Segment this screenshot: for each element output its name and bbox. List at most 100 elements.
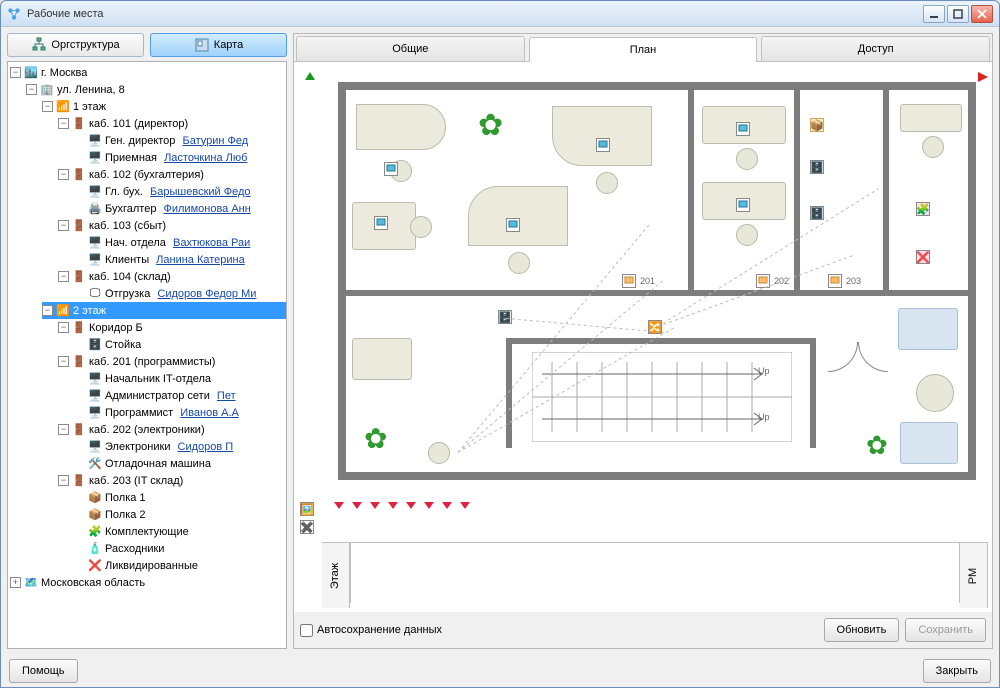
tree-leaf[interactable]: 🖥️Приемная Ласточкина Люб	[74, 149, 286, 166]
person-link[interactable]: Ланина Катерина	[156, 254, 245, 266]
tree-node-room202[interactable]: −🚪каб. 202 (электроники)	[58, 421, 286, 438]
shelf-icon: 📦	[87, 507, 103, 523]
printer-icon: 🖨️	[87, 201, 103, 217]
tree-leaf[interactable]: 🖥️Клиенты Ланина Катерина	[74, 251, 286, 268]
shelf-marker[interactable]: 🗄️	[810, 206, 824, 220]
tab-map[interactable]: Карта	[150, 33, 287, 57]
workplace-icon: 🖥️	[87, 184, 103, 200]
app-icon	[7, 7, 21, 21]
pc-marker[interactable]	[384, 162, 398, 176]
tree-leaf[interactable]: ❌Ликвидированные	[74, 557, 286, 574]
app-window: Рабочие места Оргструктура Карта −🏙	[0, 0, 1000, 688]
room-label-203[interactable]	[828, 274, 842, 288]
tree-leaf[interactable]: 🗄️Стойка	[74, 336, 286, 353]
remove-layer-icon[interactable]: ✖️	[300, 520, 314, 534]
tab-orgstructure[interactable]: Оргструктура	[7, 33, 144, 57]
stairs-icon	[532, 352, 792, 442]
rack-marker[interactable]: 🗄️	[498, 310, 512, 324]
person-link[interactable]: Вахтюкова Раи	[173, 237, 250, 249]
tab-plan[interactable]: План	[529, 37, 758, 62]
supplies-icon: 🧴	[87, 541, 103, 557]
refresh-button[interactable]: Обновить	[824, 618, 900, 642]
close-window-button[interactable]: Закрыть	[923, 659, 991, 683]
shelf-marker[interactable]: 🗄️	[810, 160, 824, 174]
tree-node-room103[interactable]: −🚪каб. 103 (сбыт)	[58, 217, 286, 234]
tree-leaf[interactable]: 🖥️Электроники Сидоров П	[74, 438, 286, 455]
tree-node-floor1[interactable]: −📶1 этаж	[42, 98, 286, 115]
workplace-icon: 🖥️	[87, 439, 103, 455]
person-link[interactable]: Батурин Фед	[182, 135, 248, 147]
marker-row	[334, 502, 470, 509]
tree-leaf[interactable]: 🧴Расходники	[74, 540, 286, 557]
tree-leaf[interactable]: 🖥️Начальник IT-отдела	[74, 370, 286, 387]
maximize-button[interactable]	[947, 5, 969, 23]
add-layer-icon[interactable]: 🖼️	[300, 502, 314, 516]
footer-bar: Автосохранение данных Обновить Сохранить	[294, 612, 992, 648]
tree-leaf[interactable]: 🖵Отгрузка Сидоров Федор Ми	[74, 285, 286, 302]
tree-node-address[interactable]: −🏢ул. Ленина, 8	[26, 81, 286, 98]
room-icon: 🚪	[71, 422, 87, 438]
tree-view[interactable]: −🏙️г. Москва −🏢ул. Ленина, 8 −📶1 этаж −🚪…	[7, 61, 287, 649]
workplace-icon: 🖥️	[87, 150, 103, 166]
stair-label: Up	[758, 366, 770, 376]
tree-leaf[interactable]: 🖥️Ген. директор Батурин Фед	[74, 132, 286, 149]
tree-leaf[interactable]: 🖨️Бухгалтер Филимонова Анн	[74, 200, 286, 217]
box-marker[interactable]: 📦	[810, 118, 824, 132]
tree-leaf[interactable]: 🛠️Отладочная машина	[74, 455, 286, 472]
person-link[interactable]: Иванов А.А	[180, 407, 239, 419]
tree-leaf[interactable]: 🖥️Администратор сети Пет	[74, 387, 286, 404]
tree-leaf[interactable]: 🖥️Нач. отдела Вахтюкова Раи	[74, 234, 286, 251]
tree-node-room201[interactable]: −🚪каб. 201 (программисты)	[58, 353, 286, 370]
room-label-201[interactable]	[622, 274, 636, 288]
workplace-icon: 🖥️	[87, 405, 103, 421]
legend-area[interactable]	[350, 543, 960, 603]
tree-node-corridor[interactable]: −🚪Коридор Б	[58, 319, 286, 336]
person-link[interactable]: Ласточкина Люб	[164, 152, 247, 164]
minimize-button[interactable]	[923, 5, 945, 23]
workplace-icon: 🖥️	[87, 388, 103, 404]
tree-node-floor2-selected[interactable]: −📶2 этаж	[42, 302, 286, 319]
tree-node-room104[interactable]: −🚪каб. 104 (склад)	[58, 268, 286, 285]
pc-marker[interactable]	[736, 122, 750, 136]
supplies-marker[interactable]: 🧩	[916, 202, 930, 216]
pc-marker[interactable]	[736, 198, 750, 212]
person-link[interactable]: Филимонова Анн	[164, 203, 251, 215]
pc-marker[interactable]	[506, 218, 520, 232]
region-icon: 🗺️	[23, 575, 39, 591]
tab-access[interactable]: Доступ	[761, 36, 990, 61]
plant-icon: ✿	[478, 108, 503, 143]
tab-general[interactable]: Общие	[296, 36, 525, 61]
tree-leaf[interactable]: 🧩Комплектующие	[74, 523, 286, 540]
workplace-icon: 🖥️	[87, 235, 103, 251]
person-link[interactable]: Пет	[217, 390, 236, 402]
tree-leaf[interactable]: 🖥️Гл. бух. Барышевский Федо	[74, 183, 286, 200]
tree-leaf[interactable]: 📦Полка 1	[74, 489, 286, 506]
axis-floor: Этаж	[322, 543, 350, 608]
collapse-icon[interactable]: −	[10, 67, 21, 78]
floor-plan-canvas[interactable]: Up Up ✿	[294, 62, 992, 612]
person-link[interactable]: Барышевский Федо	[150, 186, 250, 198]
pc-marker[interactable]	[596, 138, 610, 152]
tree-leaf[interactable]: 🖥️Программист Иванов А.А	[74, 404, 286, 421]
titlebar: Рабочие места	[1, 1, 999, 27]
person-link[interactable]: Сидоров П	[178, 441, 234, 453]
tree-node-room203[interactable]: −🚪каб. 203 (IT склад)	[58, 472, 286, 489]
person-link[interactable]: Сидоров Федор Ми	[157, 288, 256, 300]
close-button[interactable]	[971, 5, 993, 23]
tree-node-region[interactable]: +🗺️Московская область	[10, 574, 286, 591]
tree-leaf[interactable]: 📦Полка 2	[74, 506, 286, 523]
help-button[interactable]: Помощь	[9, 659, 78, 683]
tree-node-city[interactable]: −🏙️г. Москва	[10, 64, 286, 81]
tree-node-room102[interactable]: −🚪каб. 102 (бухгалтерия)	[58, 166, 286, 183]
pc-marker[interactable]	[374, 216, 388, 230]
window-title: Рабочие места	[27, 8, 921, 20]
arrow-right-icon	[978, 72, 988, 85]
autosave-checkbox[interactable]: Автосохранение данных	[300, 624, 818, 637]
trash-icon: ❌	[87, 558, 103, 574]
tree-node-room101[interactable]: −🚪каб. 101 (директор)	[58, 115, 286, 132]
autosave-input[interactable]	[300, 624, 313, 637]
shelf-icon: 📦	[87, 490, 103, 506]
disposed-marker[interactable]: ❌	[916, 250, 930, 264]
save-button[interactable]: Сохранить	[905, 618, 986, 642]
left-pane: Оргструктура Карта −🏙️г. Москва −🏢ул. Ле…	[7, 33, 287, 649]
